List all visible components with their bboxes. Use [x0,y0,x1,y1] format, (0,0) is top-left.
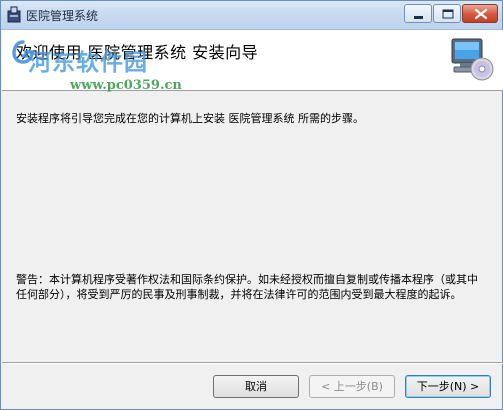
back-button[interactable]: < 上一步(B) [309,375,395,398]
minimize-button[interactable] [404,4,432,23]
copyright-warning: 警告：本计算机程序受著作权法和国际条约保护。如未经授权而擅自复制或传播本程序（或… [16,273,478,301]
minimize-icon [414,16,423,19]
wizard-header: 欢迎使用 医院管理系统 安装向导 河东软件园 www.pc0359.cn [2,30,503,93]
intro-text: 安装程序将引导您完成在您的计算机上安装 医院管理系统 所需的步骤。 [16,112,364,125]
window-title: 医院管理系统 [26,9,99,23]
title-bar[interactable]: 医院管理系统 [1,1,502,30]
watermark-url: www.pc0359.cn [70,78,182,93]
next-button[interactable]: 下一步(N) > [405,375,491,398]
close-button[interactable] [462,4,498,23]
maximize-button[interactable] [433,4,461,23]
installer-window: 医院管理系统 欢迎使用 医院管理系统 安装向导 河东软件园 www.pc0359… [0,0,503,410]
computer-cd-icon [451,38,494,81]
installer-icon [7,6,21,23]
watermark-site-name: 河东软件园 [28,49,148,76]
maximize-icon [442,9,454,19]
footer-divider [2,362,503,364]
close-icon [474,8,488,20]
cancel-button[interactable]: 取消 [213,375,299,398]
